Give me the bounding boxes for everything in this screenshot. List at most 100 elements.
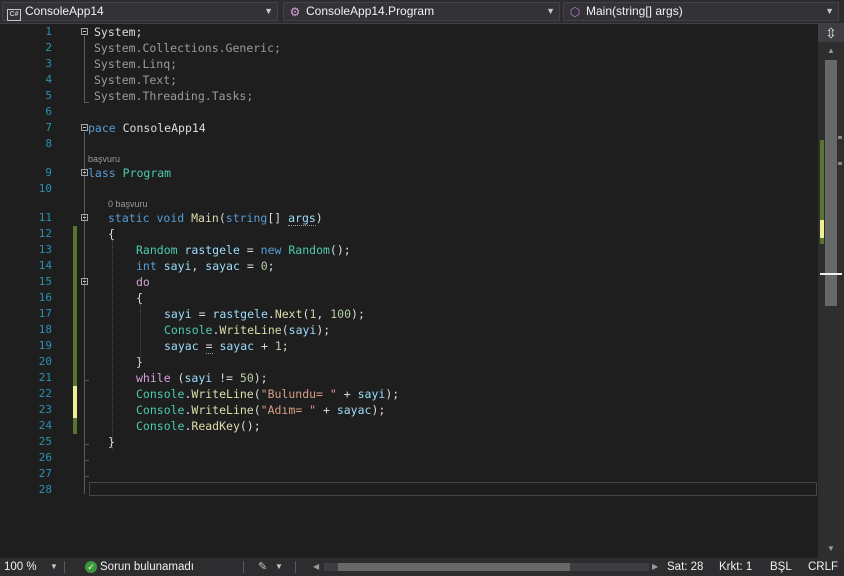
code-line-25: } <box>108 435 115 449</box>
outline-line <box>84 36 85 102</box>
outline-end <box>84 102 89 103</box>
chevron-down-icon: ▼ <box>264 6 273 16</box>
line-number: 2 <box>45 41 52 54</box>
code-line-11: static void Main(string[] args) <box>108 211 323 226</box>
chevron-down-icon: ▼ <box>825 6 834 16</box>
current-line-highlight <box>89 482 817 496</box>
check-circle-icon: ✓ <box>85 561 97 573</box>
line-number: 17 <box>38 307 52 320</box>
codelens-references[interactable]: 0 başvuru <box>108 198 148 210</box>
outline-end <box>84 444 89 445</box>
project-dropdown[interactable]: C# ConsoleApp14 ▼ <box>2 2 278 21</box>
project-name: ConsoleApp14 <box>25 4 104 18</box>
collapse-icon[interactable] <box>81 28 88 35</box>
navigation-bar: C# ConsoleApp14 ▼ ⚙ ConsoleApp14.Program ▼… <box>0 0 844 24</box>
line-ending-indicator[interactable]: CRLF <box>808 558 838 576</box>
split-window-icon[interactable]: ⇳ <box>818 24 844 42</box>
code-line-17: sayi = rastgele.Next(1, 100); <box>164 307 365 321</box>
line-number: 9 <box>45 166 52 179</box>
saved-change-marker <box>73 418 77 434</box>
line-number: 26 <box>38 451 52 464</box>
collapse-icon[interactable] <box>81 214 88 221</box>
method-icon: ⬡ <box>569 5 581 19</box>
chevron-down-icon[interactable]: ▼ <box>50 558 58 576</box>
code-line-4: System.Text; <box>94 73 178 87</box>
saved-change-marker <box>73 226 77 386</box>
indent-guide <box>112 240 113 450</box>
code-line-21: while (sayi != 50); <box>136 371 268 385</box>
line-indicator[interactable]: Sat: 28 <box>667 558 703 576</box>
line-number: 1 <box>45 25 52 38</box>
scrollbar-unsaved-marker <box>820 220 824 238</box>
outline-end <box>84 460 89 461</box>
line-number: 22 <box>38 387 52 400</box>
code-line-9: lass Program <box>88 166 172 180</box>
line-number: 3 <box>45 57 52 70</box>
code-line-3: System.Linq; <box>94 57 178 71</box>
collapse-icon[interactable] <box>81 124 88 131</box>
issues-status[interactable]: Sorun bulunamadı <box>100 558 194 576</box>
unsaved-change-marker <box>73 386 77 418</box>
line-number: 4 <box>45 73 52 86</box>
line-number: 16 <box>38 291 52 304</box>
code-editor[interactable]: 1 2 3 4 5 6 7 8 9 10 11 12 13 14 15 16 1… <box>0 24 818 558</box>
code-cleanup-brush-icon[interactable]: ✎ <box>258 558 267 576</box>
line-number: 8 <box>45 137 52 150</box>
code-line-24: Console.ReadKey(); <box>136 419 261 433</box>
type-dropdown[interactable]: ⚙ ConsoleApp14.Program ▼ <box>283 2 560 21</box>
code-line-13: Random rastgele = new Random(); <box>136 243 351 257</box>
scrollbar-thumb[interactable] <box>825 60 837 306</box>
line-number: 19 <box>38 339 52 352</box>
code-line-20: } <box>136 355 143 369</box>
vertical-scrollbar[interactable]: ⇳ ▲ ▼ <box>818 24 844 558</box>
line-number: 5 <box>45 89 52 102</box>
code-line-23: Console.WriteLine("Adım= " + sayac); <box>136 403 386 417</box>
code-line-2: System.Collections.Generic; <box>94 41 281 55</box>
line-number: 21 <box>38 371 52 384</box>
line-number: 20 <box>38 355 52 368</box>
scroll-right-icon[interactable]: ▶ <box>652 558 658 576</box>
horizontal-scrollbar-thumb[interactable] <box>338 563 570 571</box>
scrollbar-tick <box>838 136 842 139</box>
type-name: ConsoleApp14.Program <box>306 4 435 18</box>
line-number: 25 <box>38 435 52 448</box>
code-line-7: pace ConsoleApp14 <box>88 121 206 135</box>
line-number: 28 <box>38 483 52 496</box>
scrollbar-caret-marker <box>820 273 842 275</box>
line-number: 15 <box>38 275 52 288</box>
scroll-down-icon[interactable]: ▼ <box>818 542 844 556</box>
scroll-up-icon[interactable]: ▲ <box>818 44 844 58</box>
zoom-level[interactable]: 100 % <box>4 558 37 576</box>
indent-guide <box>140 304 141 358</box>
insert-mode-indicator[interactable]: BŞL <box>770 558 792 576</box>
line-number: 14 <box>38 259 52 272</box>
column-indicator[interactable]: Krkt: 1 <box>719 558 752 576</box>
code-line-19: sayac = sayac + 1; <box>164 339 289 354</box>
line-number: 27 <box>38 467 52 480</box>
codelens-references[interactable]: başvuru <box>88 153 120 165</box>
code-line-14: int sayi, sayac = 0; <box>136 259 275 273</box>
code-line-1: System; <box>94 24 142 40</box>
separator <box>243 561 244 573</box>
class-icon: ⚙ <box>289 5 301 19</box>
line-number: 10 <box>38 182 52 195</box>
code-line-18: Console.WriteLine(sayi); <box>164 323 331 337</box>
code-text: System; <box>94 25 143 39</box>
csharp-project-icon: C# <box>7 9 21 21</box>
line-number: 6 <box>45 105 52 118</box>
status-bar: 100 % ▼ ✓ Sorun bulunamadı ✎ ▼ ◀ ▶ Sat: … <box>0 558 844 576</box>
member-dropdown[interactable]: ⬡ Main(string[] args) ▼ <box>563 2 839 21</box>
line-number: 24 <box>38 419 52 432</box>
chevron-down-icon[interactable]: ▼ <box>275 558 283 576</box>
collapse-icon[interactable] <box>81 169 88 176</box>
line-number: 18 <box>38 323 52 336</box>
separator <box>295 561 296 573</box>
code-line-15: do <box>136 275 150 289</box>
line-number: 23 <box>38 403 52 416</box>
collapse-icon[interactable] <box>81 278 88 285</box>
scroll-left-icon[interactable]: ◀ <box>313 558 319 576</box>
line-number: 13 <box>38 243 52 256</box>
scrollbar-tick <box>838 162 842 165</box>
line-number: 12 <box>38 227 52 240</box>
chevron-down-icon: ▼ <box>546 6 555 16</box>
